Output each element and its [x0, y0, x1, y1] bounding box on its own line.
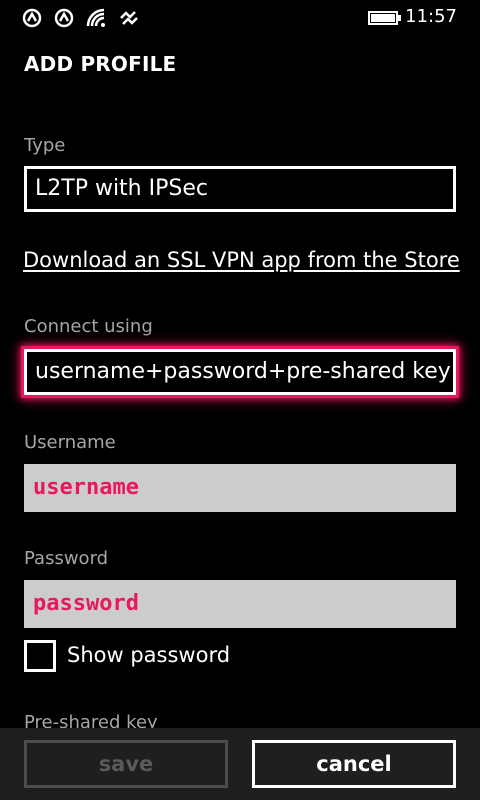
data-icon: [118, 8, 140, 28]
username-label: Username: [24, 432, 116, 453]
password-label: Password: [24, 548, 109, 569]
battery-icon: [368, 11, 402, 25]
connect-using-label: Connect using: [24, 316, 153, 337]
username-input[interactable]: username: [24, 464, 456, 512]
app-bar: save cancel: [0, 728, 480, 800]
signal-icon: [22, 8, 44, 28]
clock: 11:57: [405, 6, 457, 27]
password-input[interactable]: password: [24, 580, 456, 628]
page-title: ADD PROFILE: [24, 52, 177, 76]
save-button[interactable]: save: [24, 740, 228, 788]
signal-icon: [54, 8, 76, 28]
wifi-icon: [86, 8, 108, 28]
cancel-button[interactable]: cancel: [252, 740, 456, 788]
type-picker[interactable]: L2TP with IPSec: [24, 166, 456, 212]
show-password-checkbox[interactable]: [24, 640, 56, 672]
show-password-label[interactable]: Show password: [67, 643, 230, 667]
connect-using-picker[interactable]: username+password+pre-shared key: [21, 346, 459, 398]
store-link[interactable]: Download an SSL VPN app from the Store: [23, 248, 460, 272]
type-label: Type: [24, 135, 66, 156]
status-bar: 11:57: [0, 0, 480, 36]
